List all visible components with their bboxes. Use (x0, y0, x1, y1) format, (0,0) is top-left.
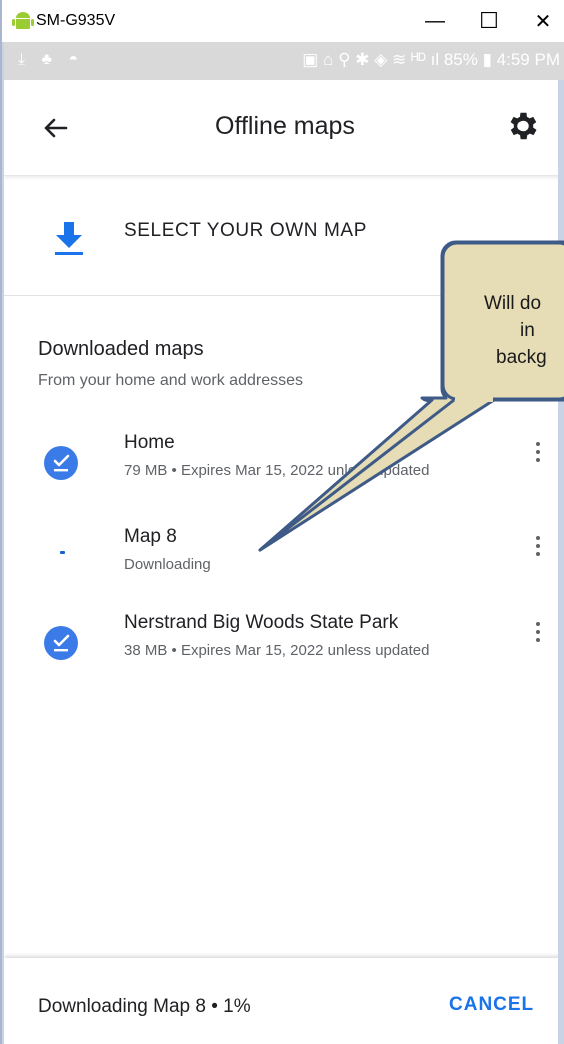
downloaded-maps-subheading: From your home and work addresses (38, 372, 303, 389)
map-list-item-home[interactable]: Home 79 MB • Expires Mar 15, 2022 unless… (4, 432, 564, 504)
settings-gear-icon[interactable] (504, 108, 540, 144)
more-vert-icon[interactable] (534, 532, 542, 562)
download-progress-bar: Downloading Map 8 • 1% CANCEL (4, 958, 564, 1044)
callout-line-3: backg (496, 347, 547, 368)
callout-text: Will do in backg (458, 290, 564, 371)
map-name: Nerstrand Big Woods State Park (124, 612, 399, 633)
map-meta: 79 MB • Expires Mar 15, 2022 unless upda… (124, 462, 430, 479)
download-progress-icon (60, 551, 65, 554)
map-meta: 38 MB • Expires Mar 15, 2022 unless upda… (124, 642, 430, 659)
page-title: Offline maps (215, 112, 355, 140)
check-complete-icon (44, 626, 78, 660)
minimize-button[interactable]: — (420, 6, 450, 36)
window-right-edge (558, 80, 564, 1044)
emulator-window: SM-G935V — ☐ ✕ ⤓ ♣ ◓ ▣ ⌂ ⚲ ✱ ◈ ≋ ᴴᴰ ıl 8… (0, 0, 564, 1044)
download-icon (55, 222, 83, 255)
window-titlebar: SM-G935V — ☐ ✕ (2, 0, 564, 42)
map-name: Map 8 (124, 526, 177, 547)
offline-maps-screen: Offline maps SELECT YOUR OWN MAP Downloa… (4, 80, 564, 1044)
app-bar: Offline maps (4, 80, 564, 176)
map-list-item-map-8[interactable]: Map 8 Downloading (4, 526, 564, 598)
download-progress-text: Downloading Map 8 • 1% (38, 996, 251, 1017)
window-title: SM-G935V (36, 12, 116, 29)
status-right-text: ▣ ⌂ ⚲ ✱ ◈ ≋ ᴴᴰ ıl 85% ▮ 4:59 PM (302, 50, 560, 69)
map-name: Home (124, 432, 175, 453)
maximize-button[interactable]: ☐ (474, 6, 504, 36)
downloaded-maps-heading: Downloaded maps (38, 338, 204, 360)
select-own-map-label: SELECT YOUR OWN MAP (124, 220, 367, 241)
android-icon (12, 12, 34, 29)
map-list-item-nerstrand[interactable]: Nerstrand Big Woods State Park 38 MB • E… (4, 612, 564, 684)
check-complete-icon (44, 446, 78, 480)
map-meta: Downloading (124, 556, 211, 573)
callout-line-2: in (520, 320, 535, 341)
phone-status-bar: ⤓ ♣ ◓ ▣ ⌂ ⚲ ✱ ◈ ≋ ᴴᴰ ıl 85% ▮ 4:59 PM (4, 42, 564, 80)
close-button[interactable]: ✕ (528, 6, 558, 36)
status-left-icons: ⤓ ♣ ◓ (18, 51, 85, 68)
cancel-button[interactable]: CANCEL (449, 994, 534, 1016)
more-vert-icon[interactable] (534, 438, 542, 468)
more-vert-icon[interactable] (534, 618, 542, 648)
callout-line-1: Will do (484, 293, 542, 314)
